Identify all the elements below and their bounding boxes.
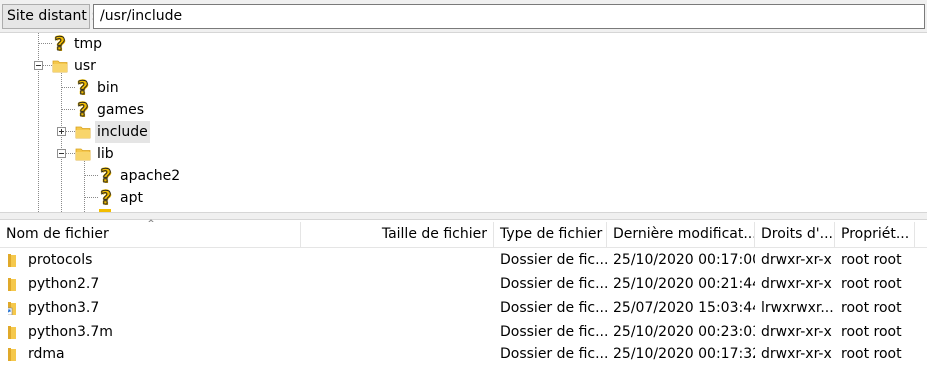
file-type: Dossier de fic... — [500, 300, 607, 316]
file-owner: root root — [841, 300, 902, 316]
file-modified: 25/10/2020 00:23:03 — [613, 324, 755, 340]
folder-icon — [75, 126, 91, 139]
file-size — [301, 296, 494, 320]
question-icon: ? — [100, 187, 112, 210]
file-permissions: lrwxrwxr... — [761, 300, 834, 316]
file-permissions: drwxr-xr-x — [761, 346, 832, 362]
remote-site-label: Site distant : — [2, 4, 96, 29]
remote-site-bar: Site distant : /usr/include — [0, 0, 927, 33]
tree-guide-line — [38, 43, 52, 44]
file-modified: 25/10/2020 00:17:32 — [613, 346, 755, 362]
file-row[interactable]: protocols Dossier de fic... 25/10/2020 0… — [0, 248, 927, 272]
folder-icon — [8, 348, 16, 361]
file-row[interactable]: python3.7 Dossier de fic... 25/07/2020 1… — [0, 296, 927, 320]
file-permissions: drwxr-xr-x — [761, 276, 832, 292]
column-header-filename[interactable]: Nom de fichier — [0, 222, 301, 247]
tree-guide-line — [43, 65, 52, 66]
file-row[interactable]: rdma Dossier de fic... 25/10/2020 00:17:… — [0, 342, 927, 366]
remote-directory-tree[interactable]: ? tmp usr ? bin ? games include lib ? ap… — [0, 33, 927, 212]
file-size — [301, 320, 494, 344]
file-list-header: Nom de fichier Taille de fichier Type de… — [0, 222, 927, 248]
file-name: python3.7m — [28, 324, 113, 340]
question-icon: ? — [54, 33, 66, 56]
file-name: rdma — [28, 346, 65, 362]
file-name: protocols — [28, 252, 93, 268]
file-permissions: drwxr-xr-x — [761, 252, 832, 268]
remote-path-input[interactable]: /usr/include — [93, 4, 925, 29]
tree-guide-line — [84, 197, 98, 198]
file-type: Dossier de fic... — [500, 346, 607, 362]
file-modified: 25/10/2020 00:17:00 — [613, 252, 755, 268]
tree-guide-line — [38, 33, 39, 212]
collapse-toggle[interactable] — [34, 61, 43, 70]
column-header-modified[interactable]: Dernière modificat... — [607, 222, 755, 247]
file-owner: root root — [841, 346, 902, 362]
file-row[interactable]: python3.7m Dossier de fic... 25/10/2020 … — [0, 320, 927, 344]
column-header-filetype[interactable]: Type de fichier — [494, 222, 607, 247]
column-header-filesize[interactable]: Taille de fichier — [301, 222, 494, 247]
expand-toggle[interactable] — [57, 127, 66, 136]
file-owner: root root — [841, 324, 902, 340]
file-modified: 25/07/2020 15:03:44 — [613, 300, 755, 316]
file-modified: 25/10/2020 00:21:44 — [613, 276, 755, 292]
file-type: Dossier de fic... — [500, 324, 607, 340]
file-size — [301, 248, 494, 272]
collapse-toggle[interactable] — [57, 149, 66, 158]
file-row[interactable]: python2.7 Dossier de fic... 25/10/2020 0… — [0, 272, 927, 296]
tree-item-label: include — [95, 121, 150, 143]
tree-guide-line — [61, 73, 62, 212]
tree-item-label: lib — [97, 146, 114, 162]
folder-icon — [8, 254, 16, 267]
tree-guide-line — [61, 109, 75, 110]
file-type: Dossier de fic... — [500, 276, 607, 292]
folder-link-icon — [8, 302, 16, 315]
folder-icon — [8, 278, 16, 291]
folder-icon — [52, 60, 68, 73]
tree-item-label: apache2 — [120, 168, 181, 184]
tree-guide-line — [61, 87, 75, 88]
folder-icon — [8, 326, 16, 339]
folder-icon — [75, 148, 91, 161]
tree-item-label: apt — [120, 190, 143, 206]
tree-item-label: usr — [74, 58, 96, 74]
column-header-permissions[interactable]: Droits d'... — [755, 222, 835, 247]
column-header-owner[interactable]: Propriét... — [835, 222, 915, 247]
tree-guide-line — [66, 131, 75, 132]
file-owner: root root — [841, 276, 902, 292]
file-permissions: drwxr-xr-x — [761, 324, 832, 340]
file-size — [301, 272, 494, 296]
question-icon: ? — [77, 77, 89, 100]
file-owner: root root — [841, 252, 902, 268]
tree-guide-line — [84, 175, 98, 176]
tree-item-label: tmp — [74, 36, 103, 52]
pane-splitter[interactable] — [0, 212, 927, 220]
file-name: python3.7 — [28, 300, 100, 316]
question-icon: ? — [77, 99, 89, 122]
question-icon: ? — [100, 165, 112, 188]
tree-guide-line — [84, 161, 85, 212]
tree-item-label: bin — [97, 80, 119, 96]
tree-item-label: games — [97, 102, 145, 118]
file-type: Dossier de fic... — [500, 252, 607, 268]
tree-guide-line — [66, 153, 75, 154]
file-name: python2.7 — [28, 276, 100, 292]
file-size — [301, 342, 494, 366]
